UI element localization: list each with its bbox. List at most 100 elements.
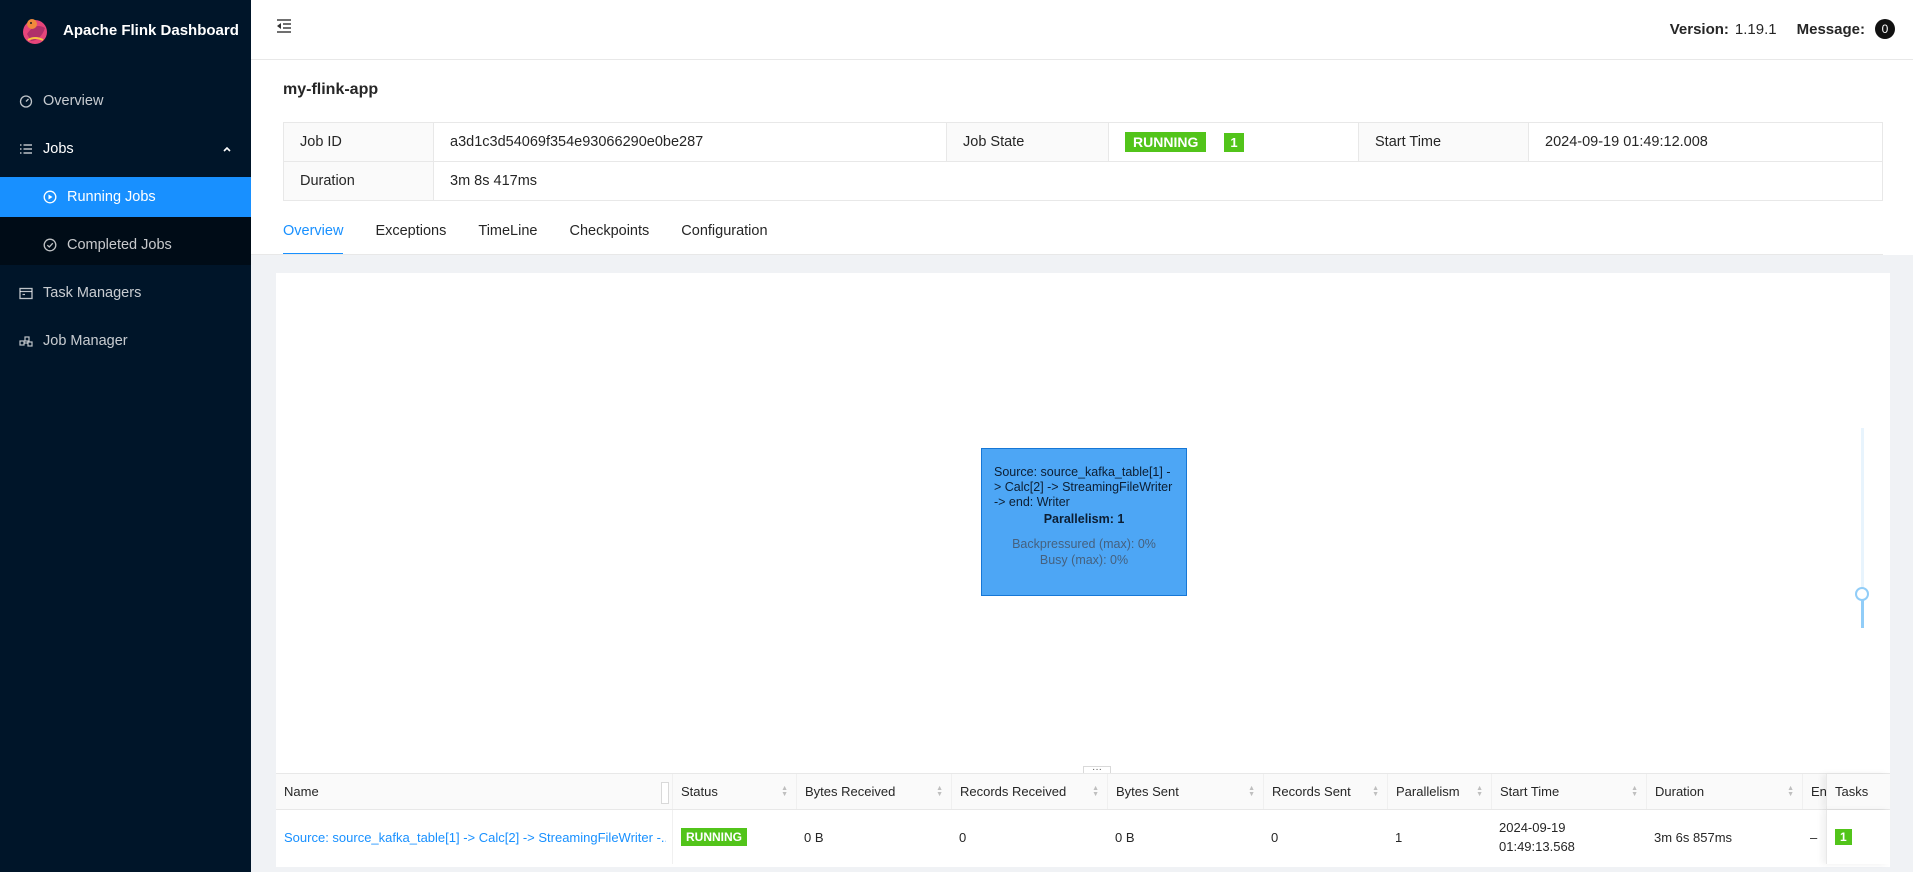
sort-icon: ▲ ▼: [1476, 785, 1483, 798]
app-title: Apache Flink Dashboard: [63, 21, 239, 39]
logo[interactable]: Apache Flink Dashboard: [0, 0, 251, 60]
task-count-badge: 1: [1835, 829, 1852, 845]
tab-overview[interactable]: Overview: [283, 223, 344, 255]
sort-icon: ▲ ▼: [1787, 785, 1794, 798]
check-circle-icon: [43, 238, 57, 252]
vertex-table: Name Status ▲ ▼ Bytes Received ▲ ▼ Records R…: [276, 773, 1890, 867]
column-label: Bytes Received: [805, 784, 896, 799]
sidebar-item-completed-jobs[interactable]: Completed Jobs: [0, 225, 251, 265]
zoom-slider-handle[interactable]: [1855, 587, 1869, 601]
menu-fold-icon[interactable]: [276, 18, 292, 37]
bytes-sent-cell: 0 B: [1115, 829, 1135, 845]
sort-icon: ▲ ▼: [1372, 785, 1379, 798]
sidebar-item-label: Overview: [43, 93, 104, 109]
column-resize-handle[interactable]: [661, 782, 669, 804]
header-info: Version: 1.19.1 Message: 0: [1670, 0, 1895, 58]
tab-timeline[interactable]: TimeLine: [478, 223, 537, 255]
start-date: 2024-09-19: [1499, 820, 1566, 835]
job-state-label: Job State: [946, 122, 1109, 162]
column-label: Bytes Sent: [1116, 784, 1179, 799]
column-header-name[interactable]: Name: [276, 774, 666, 809]
job-graph-canvas[interactable]: Source: source_kafka_table[1] -> Calc[2]…: [276, 273, 1890, 773]
records-received-cell: 0: [959, 829, 967, 845]
column-header-tasks[interactable]: Tasks: [1826, 774, 1890, 809]
column-header-status[interactable]: Status ▲ ▼: [672, 774, 796, 809]
column-header-bytes-sent[interactable]: Bytes Sent ▲ ▼: [1107, 774, 1263, 809]
table-header: Name Status ▲ ▼ Bytes Received ▲ ▼ Records R…: [276, 774, 1890, 810]
column-label: En: [1811, 784, 1827, 799]
column-header-start-time[interactable]: Start Time ▲ ▼: [1491, 774, 1646, 809]
duration-value: 3m 8s 417ms: [433, 161, 1883, 201]
column-label: Name: [284, 784, 319, 799]
job-state-cell: RUNNING 1: [1108, 122, 1359, 162]
duration-cell: 3m 6s 857ms: [1654, 829, 1733, 845]
status-badge: RUNNING: [681, 828, 747, 846]
tasks-cell: 1: [1826, 810, 1890, 864]
records-sent-cell: 0: [1271, 829, 1279, 845]
sidebar-item-overview[interactable]: Overview: [0, 81, 251, 121]
start-time-label: Start Time: [1358, 122, 1529, 162]
page-title: my-flink-app: [283, 81, 379, 98]
zoom-slider[interactable]: [1855, 428, 1869, 628]
status-badge: RUNNING: [1125, 132, 1207, 152]
job-summary-table: Job ID a3d1c3d54069f354e93066290e0be287 …: [283, 122, 1883, 201]
task-count-badge: 1: [1224, 133, 1244, 152]
column-label: Parallelism: [1396, 784, 1460, 799]
table-row[interactable]: Source: source_kafka_table[1] -> Calc[2]…: [276, 810, 1890, 864]
sidebar-item-task-managers[interactable]: Task Managers: [0, 273, 251, 313]
sidebar-item-label: Job Manager: [43, 333, 128, 349]
version-label: Version:: [1669, 20, 1729, 38]
start-time-cell: 2024-09-19 01:49:13.568: [1491, 810, 1646, 864]
tasks-cell-inner: 1: [1827, 810, 1852, 864]
tab-checkpoints[interactable]: Checkpoints: [569, 223, 649, 255]
play-circle-icon: [43, 190, 57, 204]
column-label: Status: [681, 784, 718, 799]
sidebar-item-jobs[interactable]: Jobs: [0, 129, 251, 169]
sidebar-item-label: Task Managers: [43, 285, 142, 301]
sidebar-item-label: Completed Jobs: [67, 237, 172, 253]
column-header-parallelism[interactable]: Parallelism ▲ ▼: [1387, 774, 1491, 809]
column-label: Records Sent: [1272, 784, 1351, 799]
node-backpressure: Backpressured (max): 0%: [1012, 537, 1156, 551]
sidebar-item-running-jobs[interactable]: Running Jobs: [0, 177, 251, 217]
sort-icon: ▲ ▼: [1092, 785, 1099, 798]
tab-exceptions[interactable]: Exceptions: [375, 223, 446, 255]
sidebar-item-label: Jobs: [43, 141, 74, 157]
column-header-duration[interactable]: Duration ▲ ▼: [1646, 774, 1802, 809]
node-busy: Busy (max): 0%: [1039, 553, 1129, 567]
column-header-bytes-received[interactable]: Bytes Received ▲ ▼: [796, 774, 951, 809]
top-header: Version: 1.19.1 Message: 0: [251, 0, 1913, 60]
tab-configuration[interactable]: Configuration: [681, 223, 767, 255]
job-id-value: a3d1c3d54069f354e93066290e0be287: [433, 122, 947, 162]
chevron-up-icon: [222, 142, 232, 158]
message-label: Message:: [1796, 20, 1865, 38]
start-time-value: 2024-09-19 01:49:12.008: [1528, 122, 1883, 162]
job-id-label: Job ID: [283, 122, 434, 162]
sidebar-item-job-manager[interactable]: Job Manager: [0, 321, 251, 361]
sort-icon: ▲ ▼: [1631, 785, 1638, 798]
job-graph-node[interactable]: Source: source_kafka_table[1] -> Calc[2]…: [981, 448, 1187, 596]
column-label: Tasks: [1835, 784, 1869, 799]
column-label: Records Received: [960, 784, 1067, 799]
sort-icon: ▲ ▼: [936, 785, 943, 798]
cluster-icon: [19, 334, 33, 348]
sidebar: Apache Flink Dashboard Overview Jobs Run…: [0, 0, 251, 872]
flink-squirrel-logo: [23, 19, 47, 44]
vertex-name-link[interactable]: Source: source_kafka_table[1] -> Calc[2]…: [284, 830, 666, 845]
node-parallelism: Parallelism: 1: [1043, 512, 1125, 526]
jobs-submenu: Running Jobs Completed Jobs: [0, 177, 251, 265]
column-header-records-sent[interactable]: Records Sent ▲ ▼: [1263, 774, 1387, 809]
bytes-received-cell: 0 B: [804, 829, 824, 845]
tabs-divider: [251, 254, 1883, 255]
column-header-records-received[interactable]: Records Received ▲ ▼: [951, 774, 1107, 809]
vertex-name-cell: Source: source_kafka_table[1] -> Calc[2]…: [276, 810, 666, 864]
list-icon: [19, 142, 33, 156]
duration-label: Duration: [283, 161, 434, 201]
parallelism-cell: 1: [1395, 829, 1403, 845]
start-time: 01:49:13.568: [1499, 839, 1575, 854]
job-detail-header: my-flink-app Job ID a3d1c3d54069f354e930…: [251, 60, 1913, 255]
job-tabs: Overview Exceptions TimeLine Checkpoints…: [283, 223, 800, 255]
message-count-badge[interactable]: 0: [1875, 19, 1895, 39]
status-cell: RUNNING: [672, 810, 796, 864]
sidebar-menu: Overview Jobs Running Jobs Completed Job…: [0, 81, 251, 361]
